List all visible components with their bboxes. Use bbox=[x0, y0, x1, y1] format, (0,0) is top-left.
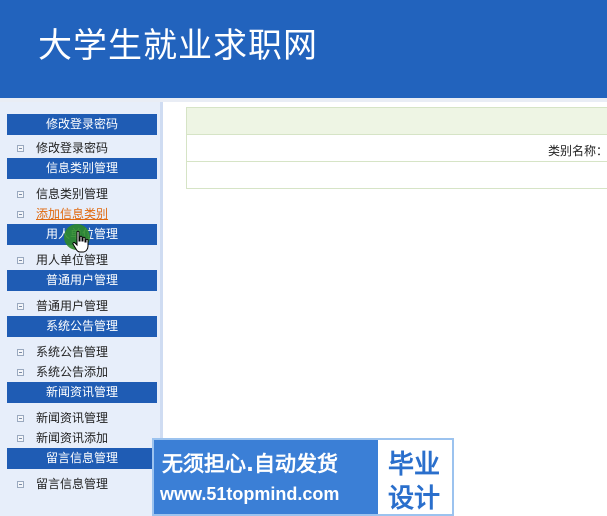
hand-pointer-icon bbox=[64, 224, 94, 254]
collapse-box-icon bbox=[17, 191, 24, 198]
sidebar-section-news[interactable]: 新闻资讯管理 bbox=[7, 382, 157, 403]
sidebar-item-label: 用人单位管理 bbox=[36, 253, 109, 267]
sidebar-item-label: 系统公告管理 bbox=[36, 345, 109, 359]
sidebar-item-label: 信息类别管理 bbox=[36, 187, 109, 201]
sidebar-item-message-manage[interactable]: 留言信息管理 bbox=[17, 475, 108, 493]
collapse-box-icon bbox=[17, 211, 24, 218]
sidebar-item-notice-manage[interactable]: 系统公告管理 bbox=[17, 343, 108, 361]
collapse-box-icon bbox=[17, 481, 24, 488]
collapse-box-icon bbox=[17, 415, 24, 422]
sidebar-item-news-manage[interactable]: 新闻资讯管理 bbox=[17, 409, 108, 427]
site-header: 大学生就业求职网 bbox=[0, 0, 607, 98]
hand-cursor-shape bbox=[72, 230, 89, 253]
sidebar-item-news-add[interactable]: 新闻资讯添加 bbox=[17, 429, 108, 447]
sidebar-item-label: 普通用户管理 bbox=[36, 299, 109, 313]
sidebar-item-add-category[interactable]: 添加信息类别 bbox=[17, 205, 108, 223]
form-row-category-name bbox=[187, 135, 607, 162]
watermark-slogan: 无须担心.自动发货 bbox=[162, 452, 338, 476]
watermark-banner: 无须担心.自动发货 www.51topmind.com 毕业 设计 bbox=[152, 438, 454, 516]
watermark-tag-line1: 毕业 bbox=[388, 450, 441, 480]
sidebar-item-label: 修改登录密码 bbox=[36, 141, 109, 155]
sidebar-item-label: 留言信息管理 bbox=[36, 477, 109, 491]
sidebar-item-user-manage[interactable]: 普通用户管理 bbox=[17, 297, 108, 315]
sidebar-item-category-manage[interactable]: 信息类别管理 bbox=[17, 185, 108, 203]
form-header-band bbox=[187, 108, 607, 135]
sidebar-section-message[interactable]: 留言信息管理 bbox=[7, 448, 157, 469]
add-category-form: 类别名称： bbox=[186, 107, 607, 189]
collapse-box-icon bbox=[17, 257, 24, 264]
sidebar-item-employer-manage[interactable]: 用人单位管理 bbox=[17, 251, 108, 269]
sidebar-section-password[interactable]: 修改登录密码 bbox=[7, 114, 157, 135]
watermark-text-area: 无须担心.自动发货 www.51topmind.com bbox=[154, 440, 376, 514]
sidebar-item-label: 添加信息类别 bbox=[36, 207, 109, 221]
collapse-box-icon bbox=[17, 303, 24, 310]
site-title: 大学生就业求职网 bbox=[38, 26, 318, 66]
sidebar-section-notice[interactable]: 系统公告管理 bbox=[7, 316, 157, 337]
collapse-box-icon bbox=[17, 349, 24, 356]
collapse-box-icon bbox=[17, 145, 24, 152]
sidebar-item-label: 新闻资讯管理 bbox=[36, 411, 109, 425]
sidebar-section-category[interactable]: 信息类别管理 bbox=[7, 158, 157, 179]
admin-sidebar: 修改登录密码 修改登录密码 信息类别管理 信息类别管理 添加信息类别 用人单位管… bbox=[0, 102, 163, 516]
watermark-url: www.51topmind.com bbox=[160, 484, 340, 504]
watermark-tag-box: 毕业 设计 bbox=[378, 440, 452, 514]
category-name-label: 类别名称： bbox=[548, 144, 607, 158]
collapse-box-icon bbox=[17, 435, 24, 442]
watermark-tag-line2: 设计 bbox=[388, 484, 441, 514]
sidebar-item-notice-add[interactable]: 系统公告添加 bbox=[17, 363, 108, 381]
sidebar-item-change-password[interactable]: 修改登录密码 bbox=[17, 139, 108, 157]
sidebar-section-user[interactable]: 普通用户管理 bbox=[7, 270, 157, 291]
sidebar-item-label: 新闻资讯添加 bbox=[36, 431, 109, 445]
collapse-box-icon bbox=[17, 369, 24, 376]
sidebar-item-label: 系统公告添加 bbox=[36, 365, 109, 379]
